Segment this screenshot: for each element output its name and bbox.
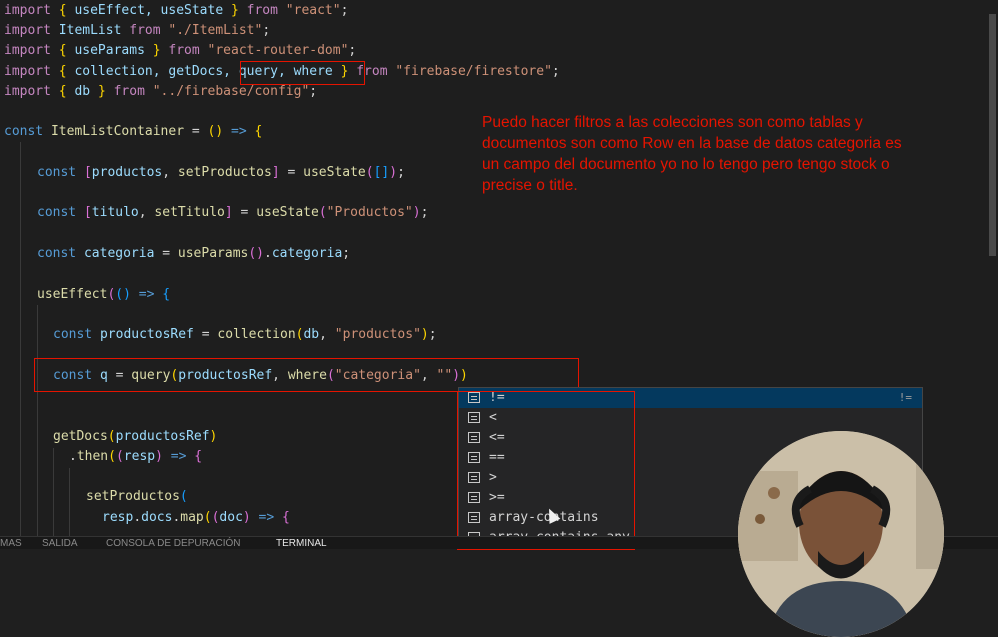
- code-line-1[interactable]: import { useEffect, useState } from "rea…: [4, 1, 348, 21]
- vertical-scrollbar[interactable]: [986, 0, 998, 540]
- tab-problems[interactable]: MAS: [0, 537, 22, 549]
- indent-guide: [53, 448, 54, 540]
- code-line-7[interactable]: const [productos, setProductos] = useSta…: [37, 163, 405, 183]
- code-line-14[interactable]: .then((resp) => {: [69, 447, 202, 467]
- code-line-6[interactable]: const ItemListContainer = () => {: [4, 122, 262, 142]
- suggestion-detail: !=: [898, 391, 912, 404]
- code-line-2[interactable]: import ItemList from "./ItemList";: [4, 21, 270, 41]
- code-line-3[interactable]: import { useParams } from "react-router-…: [4, 41, 356, 61]
- scrollbar-thumb[interactable]: [989, 14, 996, 256]
- code-line-15[interactable]: setProductos(: [86, 487, 188, 507]
- webcam-person-image: [738, 431, 944, 637]
- code-line-13[interactable]: getDocs(productosRef): [53, 427, 217, 447]
- webcam-overlay: [738, 431, 944, 637]
- code-line-16[interactable]: resp.docs.map((doc) => {: [102, 508, 290, 528]
- indent-guide: [37, 305, 38, 540]
- tab-debug-console[interactable]: CONSOLA DE DEPURACIÓN: [106, 537, 240, 549]
- tab-terminal[interactable]: TERMINAL: [276, 537, 327, 549]
- annotation-note: Puedo hacer filtros a las colecciones so…: [482, 114, 902, 194]
- indent-guide: [69, 468, 70, 540]
- tab-output[interactable]: SALIDA: [42, 537, 78, 549]
- highlight-box-suggestions: [457, 391, 635, 550]
- highlight-box-import: [240, 61, 365, 85]
- code-line-9[interactable]: const categoria = useParams().categoria;: [37, 244, 350, 264]
- code-line-10[interactable]: useEffect(() => {: [37, 285, 170, 305]
- code-line-5[interactable]: import { db } from "../firebase/config";: [4, 82, 317, 102]
- indent-guide: [20, 142, 21, 540]
- code-line-8[interactable]: const [titulo, setTitulo] = useState("Pr…: [37, 203, 428, 223]
- code-line-11[interactable]: const productosRef = collection(db, "pro…: [53, 325, 437, 345]
